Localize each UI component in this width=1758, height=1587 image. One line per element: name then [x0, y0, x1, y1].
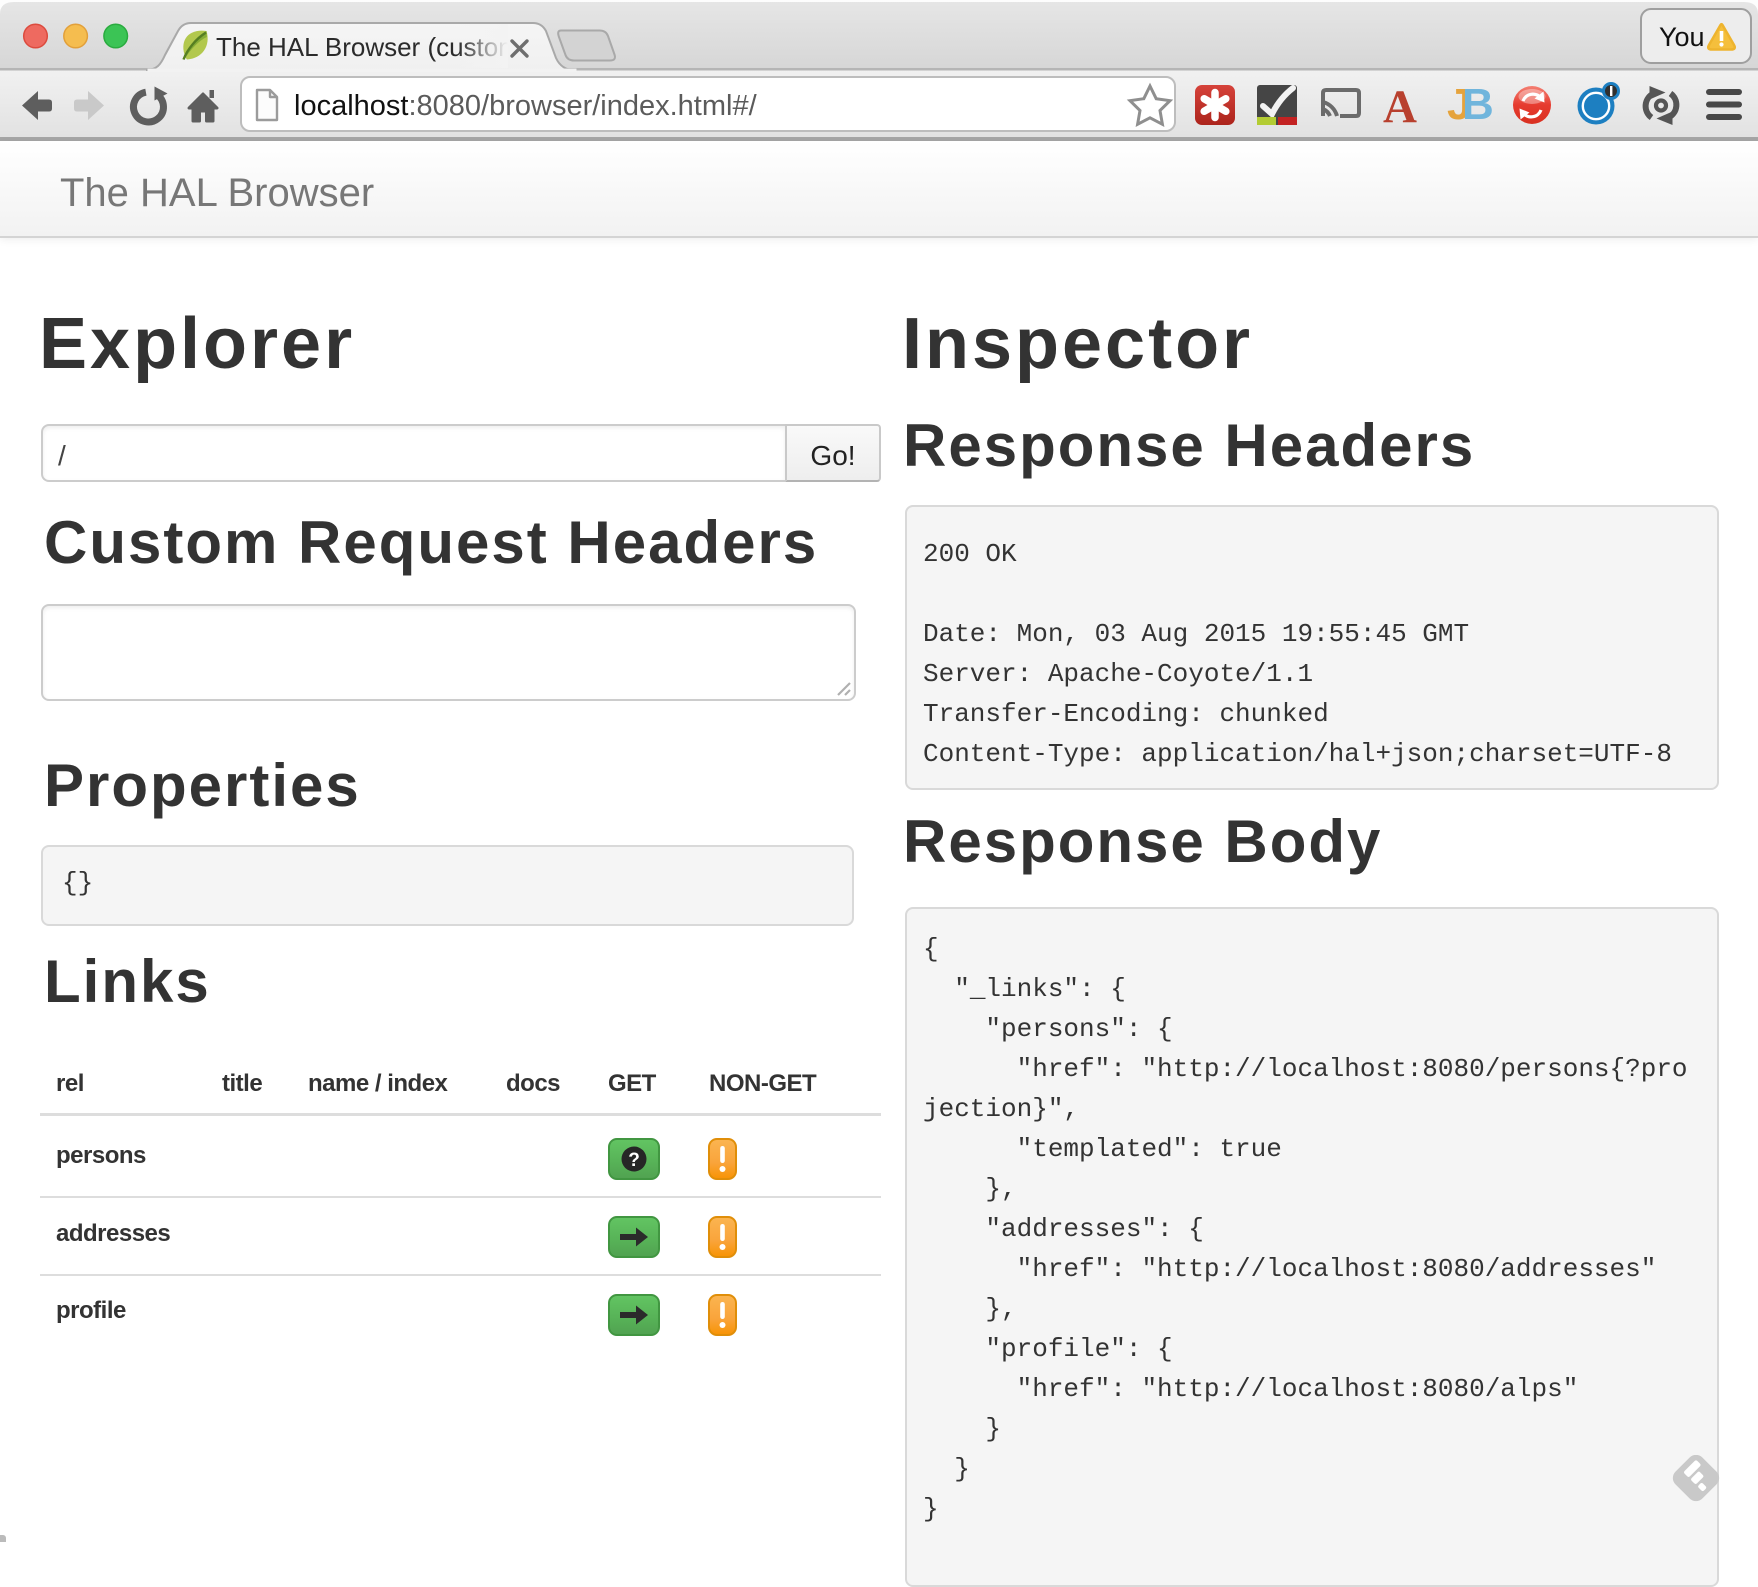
svg-text:B: B	[1462, 80, 1494, 129]
svg-text:A: A	[1383, 81, 1417, 133]
svg-text:?: ?	[628, 1150, 640, 1171]
svg-text:localhost:8080/browser/index.h: localhost:8080/browser/index.html#/	[294, 90, 758, 122]
